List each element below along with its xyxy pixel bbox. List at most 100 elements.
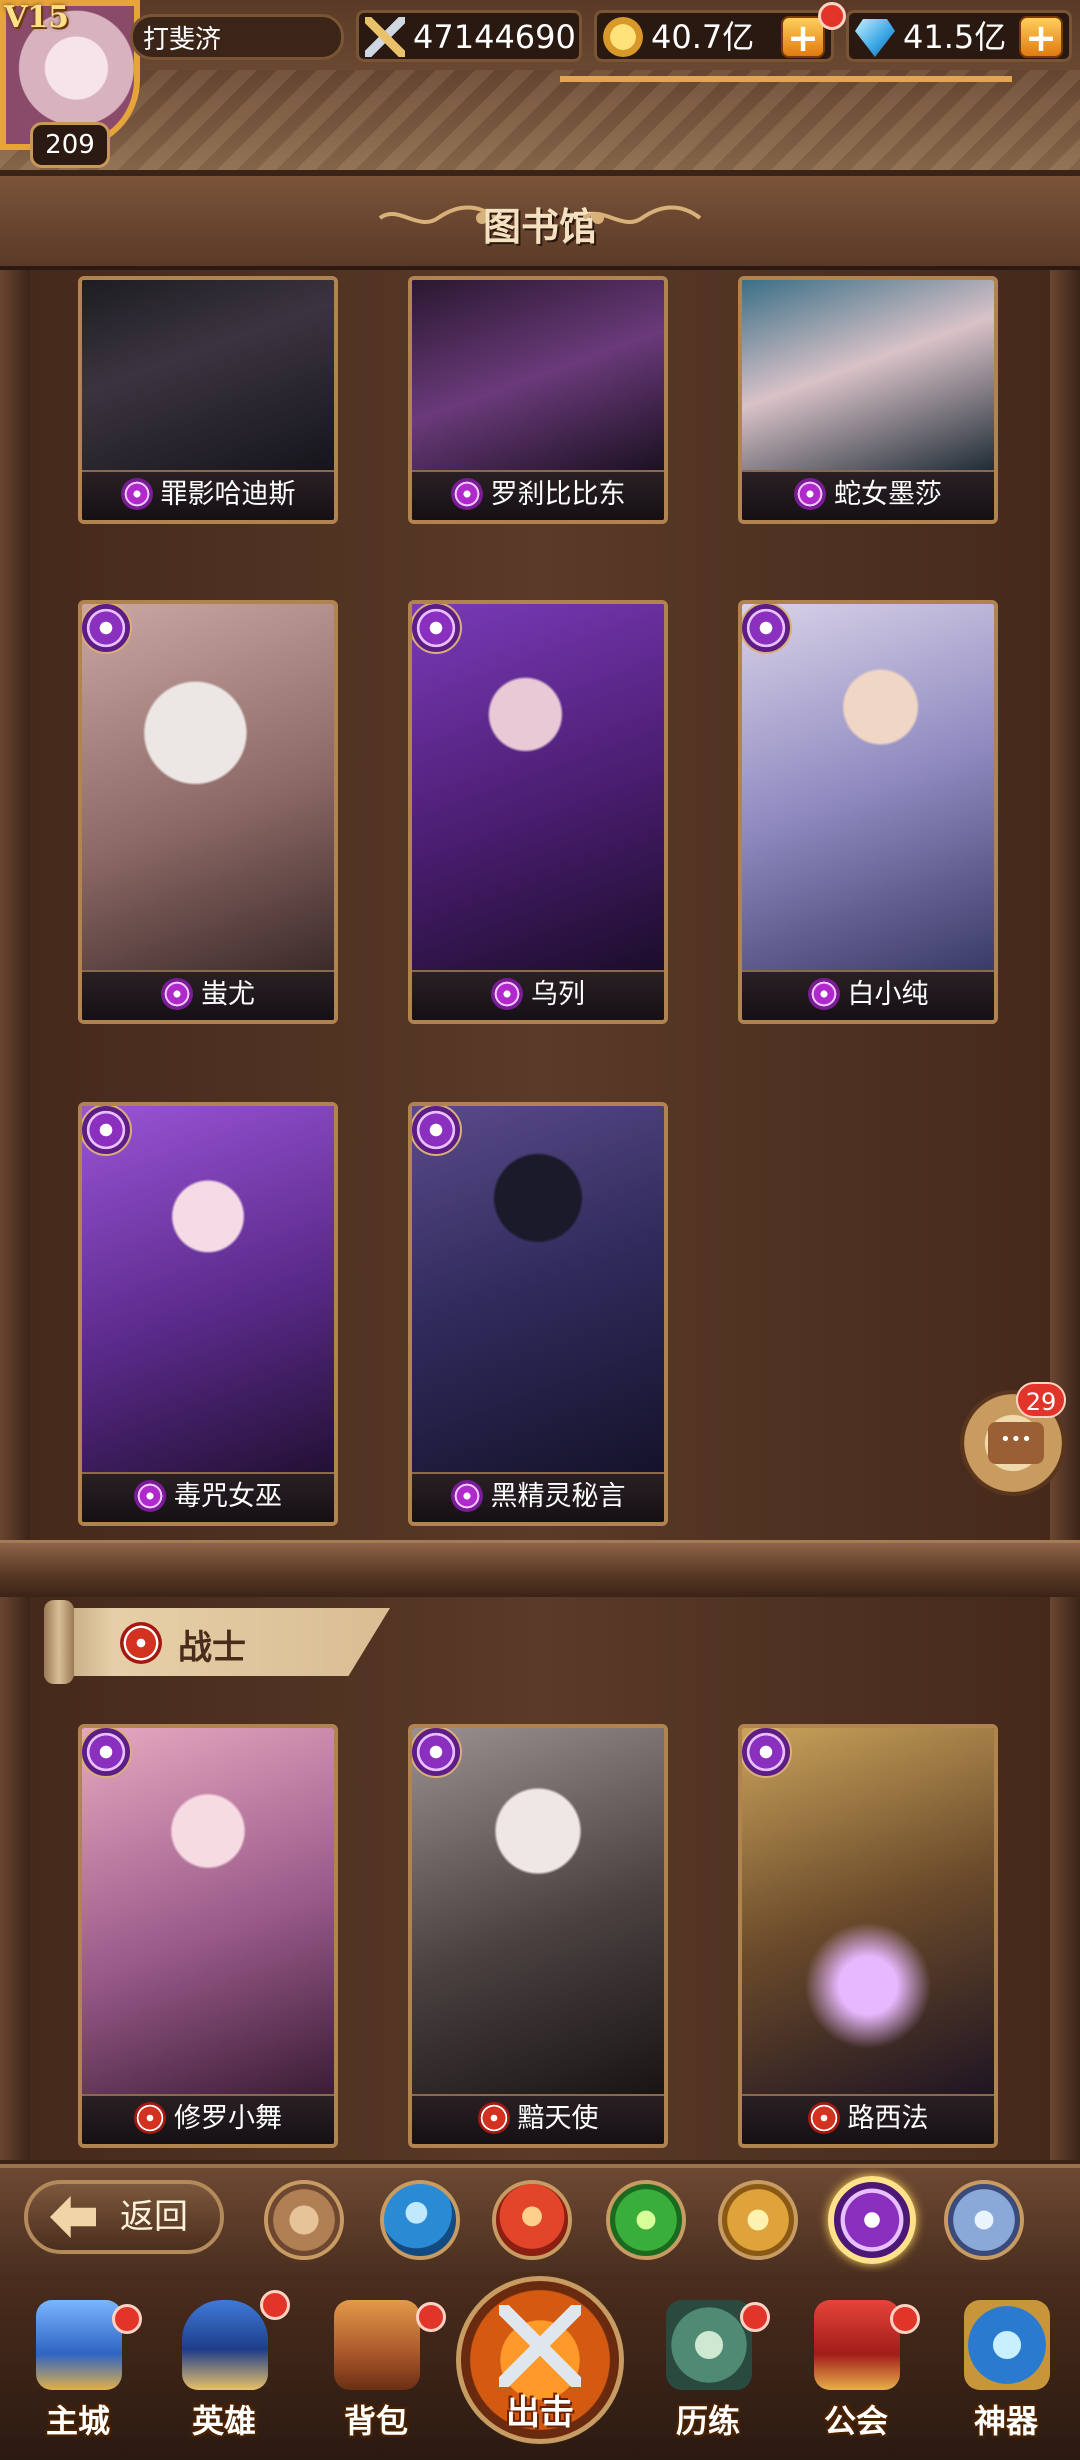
- filter-void-prism-icon[interactable]: [944, 2180, 1024, 2260]
- red-blade-icon: [477, 2101, 510, 2134]
- section-title: 战士: [178, 1628, 246, 1668]
- hero-name: 黯天使: [517, 2103, 599, 2134]
- hero-card[interactable]: 白小纯: [738, 600, 998, 1024]
- hero-card[interactable]: 修罗小舞: [78, 1724, 338, 2148]
- shelf-pillar-right: [1050, 270, 1080, 2160]
- purple-swirl-icon: [161, 977, 193, 1010]
- back-button[interactable]: 返回: [24, 2180, 224, 2254]
- back-arrow-icon: [50, 2196, 96, 2238]
- hero-card[interactable]: 罗刹比比东: [408, 276, 668, 524]
- helmet-icon: [182, 2300, 268, 2390]
- filter-fire-icon[interactable]: [492, 2180, 572, 2260]
- dark-faction-badge-icon: [82, 1106, 132, 1156]
- crossed-swords-icon: [365, 17, 405, 57]
- nav-notification-dot: [260, 2290, 290, 2320]
- combat-power-value: 47144690: [413, 18, 576, 56]
- hero-card[interactable]: 路西法: [738, 1724, 998, 2148]
- filter-all-grid-icon[interactable]: [264, 2180, 344, 2260]
- hero-portrait: [412, 280, 664, 472]
- hero-name: 乌列: [531, 979, 585, 1010]
- nav-notification-dot: [890, 2304, 920, 2334]
- back-label: 返回: [120, 2197, 188, 2237]
- warrior-class-icon: [120, 1622, 162, 1664]
- hero-nameplate: 毒咒女巫: [82, 1472, 334, 1522]
- red-blade-icon: [807, 2101, 840, 2134]
- hero-portrait: [82, 604, 334, 972]
- gold-value: 40.7亿: [651, 18, 755, 56]
- artifact-icon: [964, 2300, 1050, 2390]
- combat-power-box: 47144690: [356, 10, 582, 62]
- hero-portrait: [742, 280, 994, 472]
- hero-card[interactable]: 黯天使: [408, 1724, 668, 2148]
- dark-faction-badge-icon: [742, 1728, 792, 1778]
- hero-name: 黑精灵秘言: [490, 1481, 626, 1512]
- nav-label: 历练: [675, 2402, 740, 2440]
- chat-bubble-icon: •••: [988, 1422, 1044, 1464]
- hero-card[interactable]: 罪影哈迪斯: [78, 276, 338, 524]
- diamond-icon: [855, 19, 895, 57]
- filter-dark-eye-icon[interactable]: [828, 2176, 916, 2264]
- vip-badge: V15: [4, 0, 70, 35]
- nav-label: 背包: [343, 2402, 408, 2440]
- nav-label: 公会: [823, 2402, 888, 2440]
- red-blade-icon: [134, 2101, 166, 2134]
- gold-coin-icon: [603, 17, 643, 57]
- hero-portrait: [412, 604, 664, 972]
- hero-nameplate: 蚩尤: [82, 970, 334, 1020]
- title-ornament-right-icon: [582, 205, 702, 225]
- dark-faction-badge-icon: [82, 1728, 132, 1778]
- hero-card[interactable]: 蛇女墨莎: [738, 276, 998, 524]
- hero-name: 罗刹比比东: [490, 479, 626, 510]
- hero-name: 毒咒女巫: [174, 1481, 282, 1512]
- nav-heroes[interactable]: 英雄: [164, 2300, 284, 2450]
- gold-notification-dot: [818, 2, 846, 30]
- hero-card[interactable]: 乌列: [408, 600, 668, 1024]
- hero-nameplate: 黑精灵秘言: [412, 1472, 664, 1522]
- hero-name: 修罗小舞: [174, 2103, 282, 2134]
- diamond-value: 41.5亿: [903, 18, 1007, 56]
- nav-label: 英雄: [191, 2402, 256, 2440]
- nav-artifact[interactable]: 神器: [946, 2300, 1066, 2450]
- hero-nameplate: 黯天使: [412, 2094, 664, 2144]
- nav-label: 出击: [506, 2393, 574, 2433]
- nav-notification-dot: [112, 2304, 142, 2334]
- diamond-box: 41.5亿 +: [846, 10, 1072, 62]
- purple-swirl-icon: [134, 1479, 166, 1512]
- add-gold-button[interactable]: +: [781, 16, 825, 58]
- player-level: 209: [30, 122, 110, 168]
- hero-portrait: [82, 1106, 334, 1474]
- banner-scroll-end: [44, 1600, 74, 1684]
- hero-name: 蛇女墨莎: [834, 479, 942, 510]
- energy-progress-bar: [560, 76, 1012, 82]
- hero-portrait: [412, 1728, 664, 2096]
- hero-card[interactable]: 蚩尤: [78, 600, 338, 1024]
- backpack-icon: [334, 2300, 420, 2390]
- hero-portrait: [82, 1728, 334, 2096]
- dark-faction-badge-icon: [412, 604, 462, 654]
- purple-swirl-icon: [120, 477, 153, 510]
- hero-name: 路西法: [847, 2103, 929, 2134]
- chat-unread-badge: 29: [1016, 1382, 1066, 1418]
- gold-box: 40.7亿 +: [594, 10, 834, 62]
- hero-card[interactable]: 毒咒女巫: [78, 1102, 338, 1526]
- hero-nameplate: 白小纯: [742, 970, 994, 1020]
- filter-wind-icon[interactable]: [606, 2180, 686, 2260]
- purple-swirl-icon: [807, 977, 840, 1010]
- training-icon: [666, 2300, 752, 2390]
- shelf-board: [0, 1540, 1080, 1597]
- dark-faction-badge-icon: [742, 604, 792, 654]
- hero-nameplate: 罪影哈迪斯: [82, 470, 334, 520]
- crossed-swords-icon: [499, 2305, 581, 2387]
- shelf-pillar-left: [0, 270, 30, 2160]
- hero-nameplate: 路西法: [742, 2094, 994, 2144]
- hero-name: 蚩尤: [201, 979, 255, 1010]
- purple-swirl-icon: [450, 477, 483, 510]
- hero-card[interactable]: 黑精灵秘言: [408, 1102, 668, 1526]
- nav-label: 主城: [45, 2402, 110, 2440]
- nav-battle-button[interactable]: 出击: [456, 2276, 624, 2444]
- hero-portrait: [412, 1106, 664, 1474]
- dark-faction-badge-icon: [412, 1728, 462, 1778]
- filter-light-sun-icon[interactable]: [718, 2180, 798, 2260]
- filter-water-drop-icon[interactable]: [380, 2180, 460, 2260]
- add-diamond-button[interactable]: +: [1019, 16, 1063, 58]
